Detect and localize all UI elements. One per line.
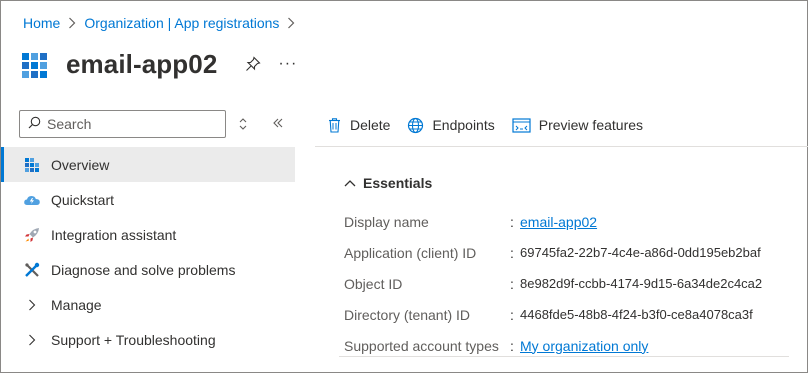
sidebar-item-label: Integration assistant: [51, 226, 177, 243]
search-box[interactable]: [19, 110, 226, 138]
sidebar-item-overview[interactable]: Overview: [1, 147, 295, 182]
delete-label: Delete: [350, 117, 391, 133]
client-id-value: 69745fa2-22b7-4c4e-a86d-0dd195eb2baf: [520, 245, 761, 260]
delete-button[interactable]: Delete: [327, 117, 390, 133]
sidebar-item-label: Manage: [51, 296, 102, 313]
sidebar-item-manage[interactable]: Manage: [1, 287, 295, 322]
essentials-toggle[interactable]: Essentials: [344, 175, 432, 191]
essentials-list: Display name : email-app02 Application (…: [344, 206, 762, 361]
sidebar-item-support-troubleshooting[interactable]: Support + Troubleshooting: [1, 322, 295, 357]
breadcrumb: Home Organization | App registrations: [23, 13, 295, 33]
account-types-link[interactable]: My organization only: [520, 338, 648, 354]
toolbar-divider: [315, 146, 808, 147]
preview-features-icon: [512, 117, 531, 133]
rocket-icon: [23, 226, 41, 244]
more-options-icon[interactable]: ···: [278, 55, 297, 73]
collapse-sidebar-icon[interactable]: [270, 115, 286, 131]
trash-icon: [329, 118, 340, 133]
chevron-right-icon: [23, 331, 41, 349]
endpoints-label: Endpoints: [432, 117, 495, 133]
sidebar-item-label: Diagnose and solve problems: [51, 261, 236, 278]
essentials-label: Object ID: [344, 275, 403, 292]
object-id-value: 8e982d9f-ccbb-4174-9d15-6a34de2c4ca2: [520, 276, 763, 291]
title-row: email-app02 ···: [21, 41, 297, 87]
pin-icon[interactable]: [244, 55, 262, 73]
page-title: email-app02: [66, 48, 218, 79]
preview-features-button[interactable]: Preview features: [512, 117, 643, 133]
preview-features-label: Preview features: [538, 117, 644, 133]
quickstart-cloud-icon: [23, 191, 41, 209]
overview-grid-icon: [23, 156, 41, 174]
chevron-right-icon: [68, 17, 76, 29]
sidebar-item-integration-assistant[interactable]: Integration assistant: [1, 217, 295, 252]
wrench-icon: [23, 261, 41, 279]
essentials-label: Directory (tenant) ID: [344, 306, 471, 323]
tenant-id-value: 4468fde5-48b8-4f24-b3f0-ce8a4078ca3f: [520, 307, 753, 322]
command-bar: Delete Endpoints Preview features: [327, 113, 660, 137]
chevron-up-icon: [344, 180, 356, 187]
breadcrumb-home[interactable]: Home: [23, 15, 60, 31]
sidebar-item-diagnose-and-solve-problems[interactable]: Diagnose and solve problems: [1, 252, 295, 287]
essentials-row-tenant-id: Directory (tenant) ID : 4468fde5-48b8-4f…: [344, 299, 762, 330]
app-registration-icon: [21, 52, 49, 82]
colon: :: [510, 275, 514, 292]
sidebar-item-label: Overview: [51, 156, 110, 173]
essentials-divider: [339, 356, 789, 357]
sort-icon[interactable]: [237, 117, 249, 131]
sidebar-item-label: Support + Troubleshooting: [51, 331, 216, 348]
breadcrumb-app-registrations[interactable]: Organization | App registrations: [84, 15, 279, 31]
endpoints-button[interactable]: Endpoints: [407, 117, 495, 134]
search-input[interactable]: [47, 116, 217, 132]
colon: :: [510, 244, 514, 261]
essentials-label: Supported account types: [344, 337, 499, 354]
colon: :: [510, 213, 514, 230]
chevron-right-icon: [287, 17, 295, 29]
sidebar-nav: Overview Quickstart Integration assistan…: [1, 147, 295, 357]
colon: :: [510, 337, 514, 354]
essentials-row-object-id: Object ID : 8e982d9f-ccbb-4174-9d15-6a34…: [344, 268, 762, 299]
colon: :: [510, 306, 514, 323]
sidebar-item-label: Quickstart: [51, 191, 115, 208]
sidebar-item-quickstart[interactable]: Quickstart: [1, 182, 295, 217]
essentials-label: Display name: [344, 213, 429, 230]
essentials-row-display-name: Display name : email-app02: [344, 206, 762, 237]
essentials-label: Application (client) ID: [344, 244, 477, 261]
globe-icon: [408, 117, 424, 133]
search-icon: [28, 116, 41, 132]
chevron-right-icon: [23, 296, 41, 314]
display-name-link[interactable]: email-app02: [520, 214, 597, 230]
essentials-row-client-id: Application (client) ID : 69745fa2-22b7-…: [344, 237, 762, 268]
essentials-title: Essentials: [363, 175, 433, 191]
window-frame: Home Organization | App registrations em…: [0, 0, 808, 373]
